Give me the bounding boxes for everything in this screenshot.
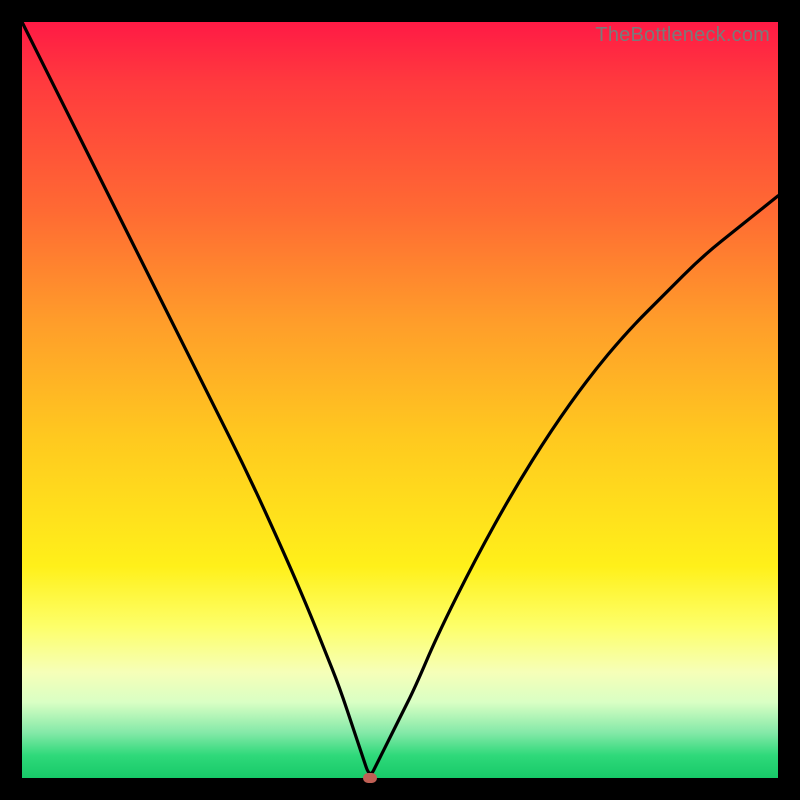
bottleneck-curve xyxy=(22,22,778,778)
chart-frame: TheBottleneck.com xyxy=(0,0,800,800)
minimum-point-marker xyxy=(363,773,377,783)
plot-area: TheBottleneck.com xyxy=(22,22,778,778)
